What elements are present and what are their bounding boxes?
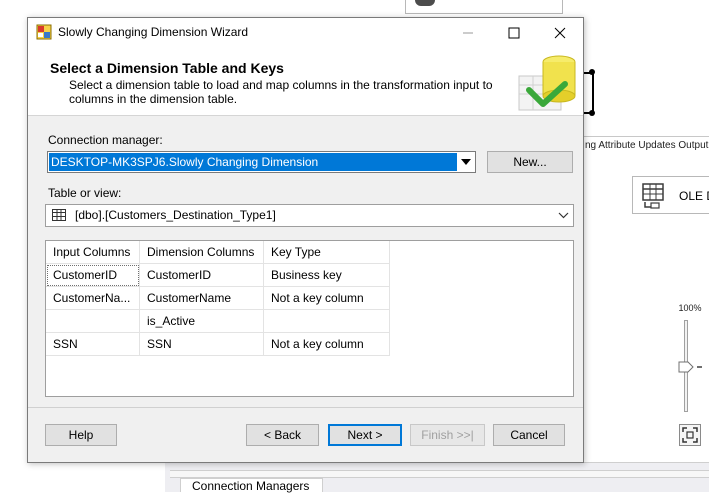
table-or-view-value: [dbo].[Customers_Destination_Type1] (75, 208, 276, 222)
flow-divider (579, 136, 709, 137)
connection-manager-label: Connection manager: (48, 133, 163, 147)
database-table-icon (642, 183, 664, 209)
grid-cell-dimension-column[interactable]: CustomerName (140, 287, 264, 310)
table-icon (52, 209, 66, 221)
ole-db-label: OLE D (679, 189, 709, 203)
grid-cell-input-column[interactable]: CustomerNa... (46, 287, 140, 310)
ssis-app-icon (36, 24, 52, 40)
next-button[interactable]: Next > (328, 424, 402, 446)
fit-to-window-icon (682, 427, 698, 443)
close-icon (554, 27, 566, 39)
minimize-button[interactable] (445, 18, 491, 48)
path-connector (584, 72, 594, 114)
grid-cell-dimension-column[interactable]: is_Active (140, 310, 264, 333)
table-dropdown-button[interactable] (556, 208, 570, 222)
connection-manager-value[interactable]: DESKTOP-MK3SPJ6.Slowly Changing Dimensio… (49, 153, 457, 171)
grid-header-key-type[interactable]: Key Type (264, 241, 390, 264)
zoom-tick (697, 366, 702, 368)
zoom-to-fit-button[interactable] (679, 424, 701, 446)
grid-cell-dimension-column[interactable]: SSN (140, 333, 264, 356)
grid-cell-input-column[interactable]: CustomerID (46, 264, 140, 287)
help-button[interactable]: Help (45, 424, 117, 446)
grid-cell-input-column[interactable]: SSN (46, 333, 140, 356)
finish-button: Finish >>| (410, 424, 485, 446)
close-button[interactable] (537, 18, 583, 48)
column-mapping-grid[interactable]: Input Columns Dimension Columns Key Type… (45, 240, 574, 397)
grid-header-dimension-columns[interactable]: Dimension Columns (140, 241, 264, 264)
zoom-slider-thumb[interactable] (678, 361, 694, 373)
connector-dot (589, 110, 595, 116)
maximize-icon (508, 27, 520, 39)
flow-path-label: ng Attribute Updates Output (585, 140, 709, 151)
grid-cell-key-type[interactable]: Not a key column (264, 333, 390, 356)
chevron-down-icon (461, 159, 471, 165)
maximize-button[interactable] (491, 18, 537, 48)
page-title: Select a Dimension Table and Keys (50, 60, 284, 76)
zoom-level-label: 100% (678, 303, 702, 313)
page-description: Select a dimension table to load and map… (69, 78, 493, 106)
connection-dropdown-button[interactable] (458, 153, 474, 171)
dialog-separator (28, 407, 583, 408)
component-icon (415, 0, 435, 6)
dialog-title: Slowly Changing Dimension Wizard (58, 25, 249, 39)
minimize-icon (463, 32, 473, 34)
designer-tab-strip-bar (170, 470, 709, 478)
back-button[interactable]: < Back (246, 424, 319, 446)
tab-connection-managers[interactable]: Connection Managers (180, 478, 323, 493)
chevron-down-icon (558, 212, 568, 218)
grid-header-input-columns[interactable]: Input Columns (46, 241, 140, 264)
database-wizard-icon (518, 55, 576, 111)
cancel-button[interactable]: Cancel (493, 424, 565, 446)
grid-cell-key-type[interactable]: Not a key column (264, 287, 390, 310)
grid-cell-dimension-column[interactable]: CustomerID (140, 264, 264, 287)
grid-cell-key-type[interactable] (264, 310, 390, 333)
grid-cell-key-type[interactable]: Business key (264, 264, 390, 287)
table-or-view-label: Table or view: (48, 186, 122, 200)
new-connection-button[interactable]: New... (487, 151, 573, 173)
connector-dot (589, 69, 595, 75)
grid-cell-input-column[interactable] (46, 310, 140, 333)
